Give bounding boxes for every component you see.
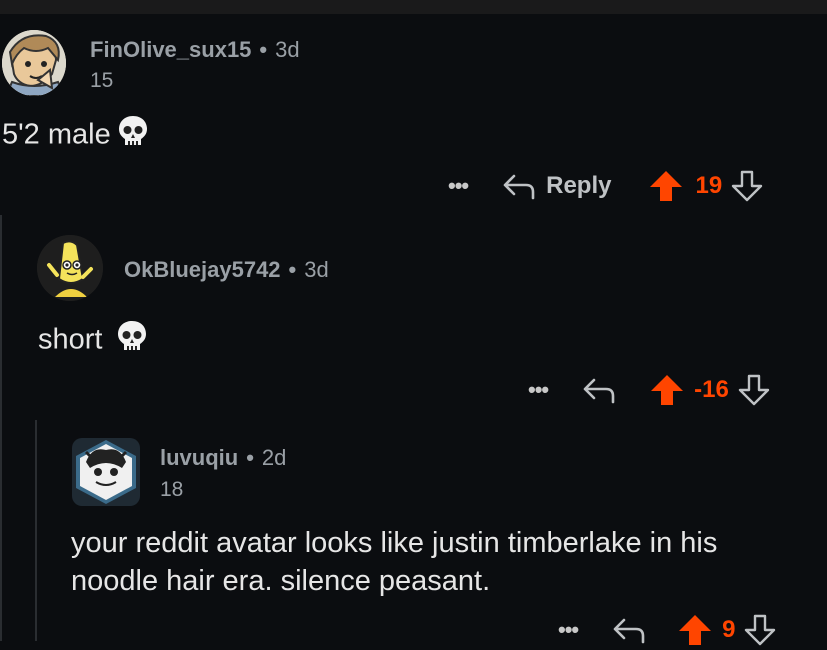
separator-dot: • (246, 445, 254, 470)
vote-count: 9 (722, 616, 736, 643)
downvote-arrow-icon[interactable] (737, 374, 771, 406)
downvote-arrow-icon[interactable] (730, 170, 764, 202)
timestamp: 3d (304, 257, 329, 282)
comment-text: 5'2 male (2, 118, 111, 151)
upvote-arrow-icon[interactable] (678, 614, 712, 646)
reply-button[interactable]: Reply (502, 172, 611, 200)
vote-count: 19 (695, 172, 723, 199)
comment-body: your reddit avatar looks like justin tim… (71, 524, 811, 600)
comment-actions: ••• -16 (528, 370, 771, 410)
separator-dot: • (259, 37, 268, 62)
upvote-arrow-icon[interactable] (649, 170, 683, 202)
comment-author[interactable]: FinOlive_sux15 • 3d (90, 37, 300, 63)
comment-2: OkBluejay5742 • 3d short ••• -16 (0, 215, 827, 420)
comment-body: 5'2 male (2, 114, 149, 158)
separator-dot: • (288, 257, 297, 282)
comment-text-line-1: your reddit avatar looks like justin tim… (71, 527, 718, 559)
timestamp: 2d (261, 445, 287, 470)
avatar-image (2, 30, 66, 96)
downvote-arrow-icon[interactable] (743, 614, 777, 646)
user-flair: 15 (90, 69, 114, 92)
comment-text-line-2: noodle hair era. silence peasant. (71, 565, 491, 597)
vote-controls: -16 (650, 374, 771, 406)
more-options-icon[interactable]: ••• (558, 617, 579, 643)
avatar[interactable] (37, 235, 103, 301)
comment-actions: ••• 9 (558, 610, 777, 650)
vote-count: -16 (694, 376, 729, 403)
comment-1: FinOlive_sux15 • 3d 15 5'2 male ••• Reply … (0, 0, 827, 215)
vote-controls: 19 (649, 170, 764, 202)
avatar[interactable] (72, 438, 140, 506)
skull-icon (117, 114, 149, 158)
avatar-image (37, 235, 103, 301)
vote-controls: 9 (678, 614, 777, 646)
comment-author[interactable]: OkBluejay5742 • 3d (124, 257, 329, 283)
comment-3: luvuqiu • 2d 18 your reddit avatar looks l… (0, 420, 827, 646)
comment-body: short (38, 319, 148, 363)
comment-text: short (38, 323, 103, 356)
comment-actions: ••• Reply 19 (448, 166, 764, 206)
upvote-arrow-icon[interactable] (650, 374, 684, 406)
username[interactable]: FinOlive_sux15 (90, 37, 251, 62)
username[interactable]: OkBluejay5742 (124, 257, 281, 282)
avatar[interactable] (2, 30, 66, 96)
reply-arrow-icon[interactable] (612, 616, 646, 644)
more-options-icon[interactable]: ••• (448, 173, 469, 199)
timestamp: 3d (275, 37, 300, 62)
reply-arrow-icon[interactable] (582, 376, 616, 404)
reply-label: Reply (546, 172, 612, 199)
reply-arrow-icon (503, 174, 535, 200)
skull-icon (116, 319, 148, 363)
username[interactable]: luvuqiu (160, 445, 238, 470)
user-flair: 18 (160, 478, 184, 501)
comment-author[interactable]: luvuqiu • 2d (160, 445, 286, 471)
avatar-image (76, 440, 136, 504)
more-options-icon[interactable]: ••• (528, 377, 549, 403)
